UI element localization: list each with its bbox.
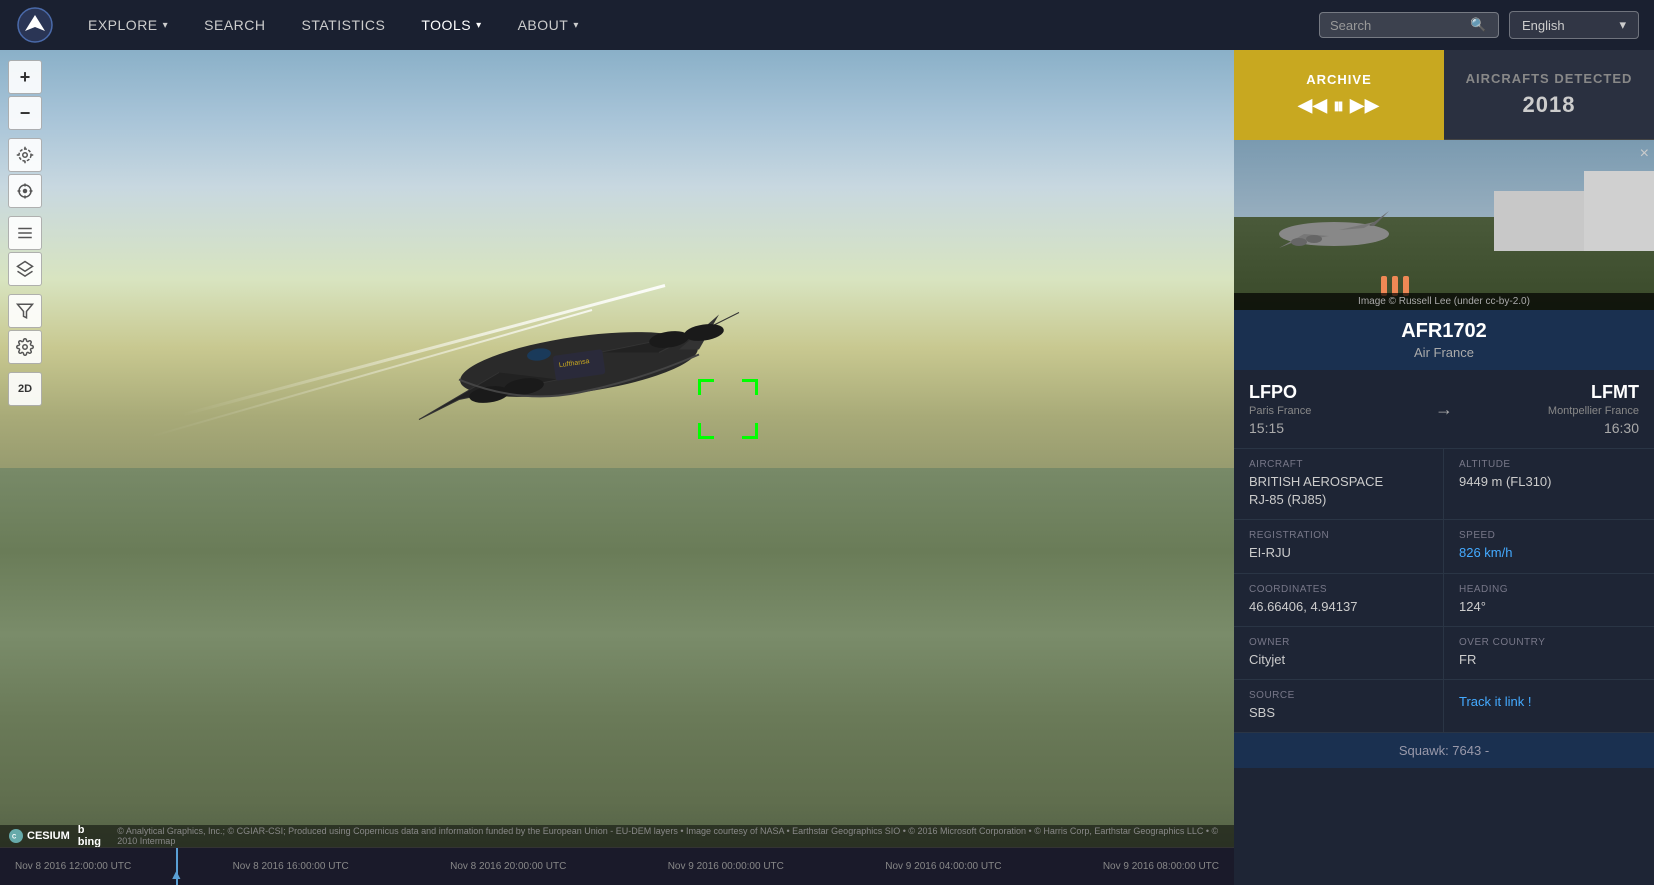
- timeline: Nov 8 2016 12:00:00 UTC Nov 8 2016 16:00…: [0, 847, 1234, 885]
- dest-code: LFMT: [1463, 382, 1639, 403]
- route-arrow: →: [1425, 399, 1463, 420]
- tab-archive[interactable]: ARCHIVE ◀◀ ⏸ ▶▶: [1234, 50, 1444, 140]
- detail-speed: SPEED 826 km/h: [1444, 520, 1654, 573]
- detail-heading: HEADING 124°: [1444, 574, 1654, 627]
- detail-owner: OWNER Cityjet: [1234, 627, 1444, 680]
- detail-registration: REGISTRATION EI-RJU: [1234, 520, 1444, 573]
- detail-altitude: ALTITUDE 9449 m (FL310): [1444, 449, 1654, 520]
- search-input[interactable]: [1330, 18, 1470, 33]
- flight-callsign: AFR1702: [1249, 320, 1639, 343]
- cesium-logo: C CESIUM: [8, 828, 70, 844]
- explore-caret: ▾: [163, 20, 169, 31]
- archive-prev-button[interactable]: ◀◀: [1298, 95, 1328, 116]
- origin-code: LFPO: [1249, 382, 1425, 403]
- tools-caret: ▾: [476, 20, 482, 31]
- about-caret: ▾: [573, 20, 579, 31]
- timeline-label-2: Nov 8 2016 16:00:00 UTC: [233, 861, 349, 872]
- settings-button[interactable]: [8, 330, 42, 364]
- layers-button[interactable]: [8, 216, 42, 250]
- route-dest: LFMT Montpellier France 16:30: [1463, 382, 1639, 436]
- footer: C CESIUM b bing © Analytical Graphics, I…: [0, 825, 1234, 847]
- map-controls: + − 2D: [8, 60, 42, 406]
- detail-aircraft: AIRCRAFT BRITISH AEROSPACE RJ-85 (RJ85): [1234, 449, 1444, 520]
- flight-info-panel: AFR1702 Air France LFPO Paris France 15:…: [1234, 310, 1654, 885]
- aircraft-photo-panel: Image © Russell Lee (under cc-by-2.0) ×: [1234, 140, 1654, 310]
- timeline-label-4: Nov 9 2016 00:00:00 UTC: [668, 861, 784, 872]
- timeline-tick-area: Nov 8 2016 12:00:00 UTC Nov 8 2016 16:00…: [5, 848, 1229, 885]
- language-label: English: [1522, 18, 1565, 33]
- location-button[interactable]: [8, 138, 42, 172]
- flight-details-grid: AIRCRAFT BRITISH AEROSPACE RJ-85 (RJ85) …: [1234, 449, 1654, 733]
- detected-label: AIRCRAFTS DETECTED: [1466, 71, 1633, 86]
- flight-route: LFPO Paris France 15:15 → LFMT Montpelli…: [1234, 370, 1654, 449]
- timeline-marker-icon: ▲: [169, 866, 183, 882]
- timeline-label-6: Nov 9 2016 08:00:00 UTC: [1103, 861, 1219, 872]
- language-caret: ▾: [1619, 17, 1626, 33]
- close-photo-button[interactable]: ×: [1640, 145, 1649, 163]
- archive-controls: ◀◀ ⏸ ▶▶: [1298, 93, 1379, 119]
- zoom-out-button[interactable]: −: [8, 96, 42, 130]
- photo-credit: Image © Russell Lee (under cc-by-2.0): [1234, 293, 1654, 310]
- nav-statistics[interactable]: STATISTICS: [284, 0, 404, 50]
- aircraft-photo-image: [1234, 140, 1654, 310]
- flight-airline: Air France: [1249, 345, 1639, 360]
- language-selector[interactable]: English ▾: [1509, 11, 1639, 39]
- detail-source: SOURCE SBS: [1234, 680, 1444, 733]
- tab-aircrafts-detected[interactable]: AIRCRAFTS DETECTED 2018: [1444, 50, 1654, 140]
- filter-button[interactable]: [8, 294, 42, 328]
- right-panel: ARCHIVE ◀◀ ⏸ ▶▶ AIRCRAFTS DETECTED 2018: [1234, 50, 1654, 885]
- timeline-label-5: Nov 9 2016 04:00:00 UTC: [885, 861, 1001, 872]
- map-layers-button[interactable]: [8, 252, 42, 286]
- timeline-label-3: Nov 8 2016 20:00:00 UTC: [450, 861, 566, 872]
- navbar: EXPLORE ▾ SEARCH STATISTICS TOOLS ▾ ABOU…: [0, 0, 1654, 50]
- archive-label: ARCHIVE: [1306, 72, 1372, 87]
- timeline-label-1: Nov 8 2016 12:00:00 UTC: [15, 861, 131, 872]
- archive-play-icon: ⏸: [1333, 93, 1345, 119]
- detected-year: 2018: [1523, 92, 1576, 117]
- flight-header: AFR1702 Air France: [1234, 310, 1654, 370]
- detail-over-country: OVER COUNTRY FR: [1444, 627, 1654, 680]
- dest-time: 16:30: [1463, 420, 1639, 436]
- targeting-reticle: [698, 379, 758, 439]
- search-icon: 🔍: [1470, 17, 1486, 33]
- nav-about[interactable]: ABOUT ▾: [500, 0, 597, 50]
- detail-track[interactable]: Track it link !: [1444, 680, 1654, 733]
- panel-tabs: ARCHIVE ◀◀ ⏸ ▶▶ AIRCRAFTS DETECTED 2018: [1234, 50, 1654, 140]
- archive-next-button[interactable]: ▶▶: [1350, 95, 1380, 116]
- target-button[interactable]: [8, 174, 42, 208]
- nav-explore[interactable]: EXPLORE ▾: [70, 0, 186, 50]
- squawk-value: Squawk: 7643 -: [1399, 743, 1489, 758]
- nav-search[interactable]: SEARCH: [186, 0, 283, 50]
- footer-attribution: © Analytical Graphics, Inc.; © CGIAR-CSI…: [117, 826, 1226, 846]
- site-logo[interactable]: [15, 5, 55, 45]
- route-origin: LFPO Paris France 15:15: [1249, 382, 1425, 436]
- timeline-labels: Nov 8 2016 12:00:00 UTC Nov 8 2016 16:00…: [5, 861, 1229, 872]
- aircraft-3d: Lufthansa: [359, 245, 799, 490]
- zoom-in-button[interactable]: +: [8, 60, 42, 94]
- search-box[interactable]: 🔍: [1319, 12, 1499, 38]
- 2d-mode-button[interactable]: 2D: [8, 372, 42, 406]
- origin-time: 15:15: [1249, 420, 1425, 436]
- detail-coordinates: COORDINATES 46.66406, 4.94137: [1234, 574, 1444, 627]
- nav-tools[interactable]: TOOLS ▾: [403, 0, 499, 50]
- timeline-bar[interactable]: Nov 8 2016 12:00:00 UTC Nov 8 2016 16:00…: [5, 848, 1229, 885]
- svg-text:C: C: [12, 835, 17, 841]
- squawk-bar: Squawk: 7643 -: [1234, 733, 1654, 768]
- bing-logo: b bing: [78, 824, 110, 848]
- dest-name: Montpellier France: [1463, 405, 1639, 417]
- nav-right: 🔍 English ▾: [1319, 11, 1639, 39]
- origin-name: Paris France: [1249, 405, 1425, 417]
